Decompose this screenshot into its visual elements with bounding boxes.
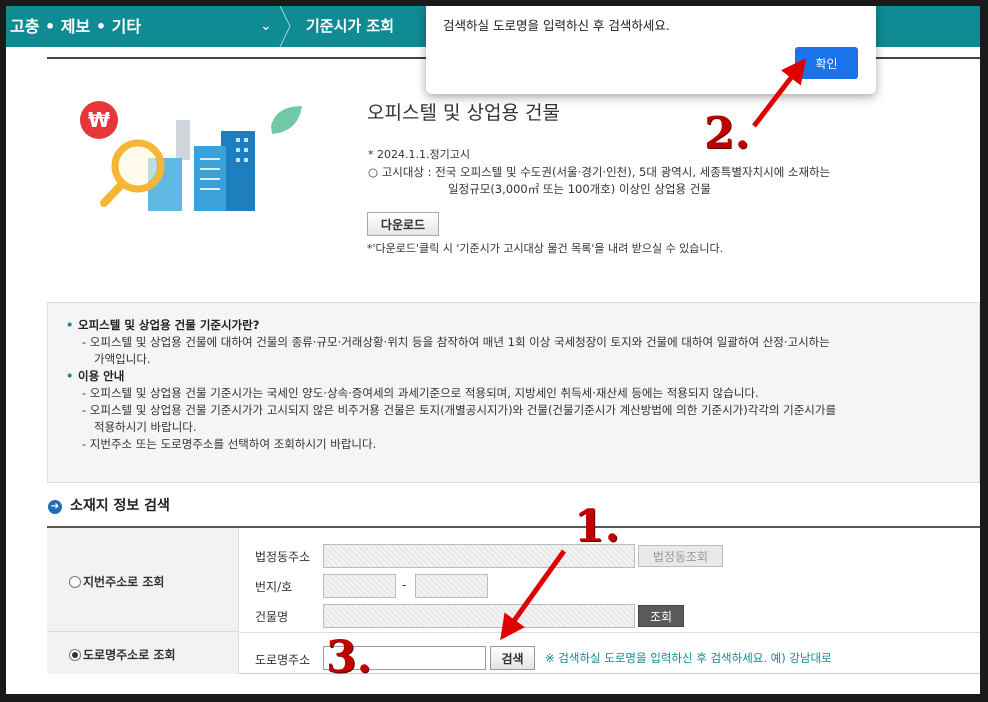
road-address-row-header: 도로명주소로 조회 [47,632,239,674]
info-usage-item-cont: 적용하시기 바랍니다. [94,420,197,434]
lot-number-label: 번지/호 [255,580,293,594]
alert-ok-button[interactable]: 확인 [795,47,858,79]
address-search-table: 지번주소로 조회 도로명주소로 조회 법정동주소 법정동조회 번지/호 - 건물… [47,526,980,674]
notice-target-line2: 일정규모(3,000㎡ 또는 100개호) 이상인 상업용 건물 [448,182,711,196]
notice-target-line1: ○ 고시대상 : 전국 오피스텔 및 수도권(서울·경기·인천), 5대 광역시… [368,165,831,179]
arrow-right-icon: ➜ [48,500,62,514]
annotation-step-3: 3. [326,632,372,683]
search-section-title: ➜ 소재지 정보 검색 [48,495,170,515]
screenshot-frame: 고충 • 제보 • 기타 ⌄ 기준시가 조회 ₩ 오피스텔 및 상업용 건물 *… [6,6,980,694]
road-address-label: 도로명주소 [255,653,311,667]
notice-target: ○ 고시대상 : 전국 오피스텔 및 수도권(서울·경기·인천), 5대 광역시… [368,164,928,198]
breadcrumb-separator-icon [279,6,291,47]
page-title: 오피스텔 및 상업용 건물 [367,102,560,124]
lot-address-row-header: 지번주소로 조회 [47,528,239,632]
info-usage-item: - 오피스텔 및 상업용 건물 기준시가가 고시되지 않은 비주거용 건물은 토… [82,403,837,417]
building-name-input [323,604,635,628]
download-button[interactable]: 다운로드 [367,212,439,236]
radio-checked-icon[interactable] [69,648,81,661]
download-note: *'다운로드'클릭 시 '기준시가 고시대상 물건 목록'을 내려 받으실 수 … [367,242,724,255]
building-name-label: 건물명 [255,610,289,624]
info-heading-usage: 이용 안내 [64,368,963,385]
annotation-step-1: 1. [574,501,620,552]
info-definition-text: - 오피스텔 및 상업용 건물에 대하여 건물의 종류·규모·거래상황·위치 등… [82,335,830,349]
info-heading-definition: 오피스텔 및 상업용 건물 기준시가란? [64,317,963,334]
road-search-hint: ※ 검색하실 도로명을 입력하신 후 검색하세요. 예) 강남대로 [545,651,832,665]
alert-dialog: 검색하실 도로명을 입력하신 후 검색하세요. 확인 [426,6,876,94]
radio-unchecked-icon[interactable] [69,575,81,588]
info-definition-text-cont: 가액입니다. [94,352,151,366]
info-usage-item: - 오피스텔 및 상업용 건물 기준시가는 국세인 양도·상속·증여세의 과세기… [82,386,759,400]
lot-main-number-input [323,574,396,598]
legal-dong-lookup-button[interactable]: 법정동조회 [638,545,723,567]
nav-crumb-standard-price[interactable]: 기준시가 조회 [306,6,394,47]
svg-text:₩: ₩ [88,108,110,132]
chevron-down-icon[interactable]: ⌄ [260,6,272,47]
road-address-radio[interactable]: 도로명주소로 조회 [69,646,176,663]
info-usage-item: - 지번주소 또는 도로명주소를 선택하여 조회하시기 바랍니다. [82,437,377,451]
annotation-step-2: 2. [704,108,750,159]
legal-dong-label: 법정동주소 [255,550,311,564]
info-box: 오피스텔 및 상업용 건물 기준시가란? - 오피스텔 및 상업용 건물에 대하… [47,302,980,483]
road-search-button[interactable]: 검색 [490,646,535,670]
lot-query-button[interactable]: 조회 [638,605,684,627]
notice-date: * 2024.1.1.정기고시 [368,148,470,161]
nav-crumb-complaint[interactable]: 고충 • 제보 • 기타 [10,6,141,47]
lot-address-radio[interactable]: 지번주소로 조회 [69,573,164,590]
lot-sub-number-input [415,574,488,598]
lot-number-dash: - [402,578,407,592]
alert-message: 검색하실 도로명을 입력하신 후 검색하세요. [443,18,670,33]
building-illustration-icon: ₩ [80,101,302,211]
